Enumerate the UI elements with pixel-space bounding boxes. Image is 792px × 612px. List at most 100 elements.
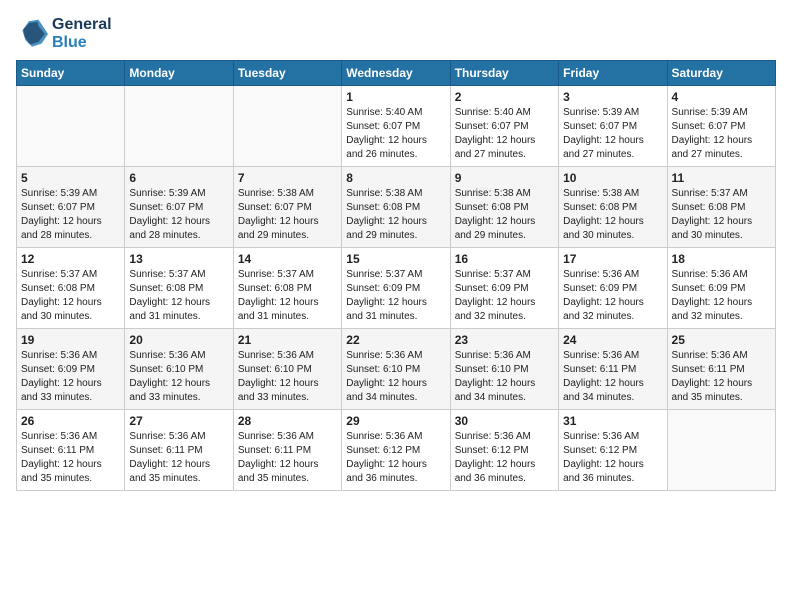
day-number: 24 xyxy=(563,333,662,347)
day-number: 9 xyxy=(455,171,554,185)
day-number: 3 xyxy=(563,90,662,104)
calendar-cell: 13 Sunrise: 5:37 AMSunset: 6:08 PMDayligh… xyxy=(125,248,233,329)
day-number: 22 xyxy=(346,333,445,347)
day-info: Sunrise: 5:36 AMSunset: 6:09 PMDaylight:… xyxy=(672,268,771,324)
day-number: 16 xyxy=(455,252,554,266)
day-info: Sunrise: 5:37 AMSunset: 6:08 PMDaylight:… xyxy=(672,187,771,243)
calendar-week-row: 26 Sunrise: 5:36 AMSunset: 6:11 PMDayligh… xyxy=(17,410,776,491)
day-info: Sunrise: 5:36 AMSunset: 6:12 PMDaylight:… xyxy=(563,430,662,486)
day-number: 13 xyxy=(129,252,228,266)
calendar-cell xyxy=(667,410,775,491)
day-number: 4 xyxy=(672,90,771,104)
day-info: Sunrise: 5:39 AMSunset: 6:07 PMDaylight:… xyxy=(129,187,228,243)
day-info: Sunrise: 5:36 AMSunset: 6:09 PMDaylight:… xyxy=(21,349,120,405)
calendar-week-row: 1 Sunrise: 5:40 AMSunset: 6:07 PMDaylight… xyxy=(17,86,776,167)
calendar-cell: 3 Sunrise: 5:39 AMSunset: 6:07 PMDaylight… xyxy=(559,86,667,167)
day-info: Sunrise: 5:38 AMSunset: 6:08 PMDaylight:… xyxy=(346,187,445,243)
calendar-cell: 21 Sunrise: 5:36 AMSunset: 6:10 PMDayligh… xyxy=(233,329,341,410)
day-info: Sunrise: 5:38 AMSunset: 6:07 PMDaylight:… xyxy=(238,187,337,243)
calendar-cell: 8 Sunrise: 5:38 AMSunset: 6:08 PMDaylight… xyxy=(342,167,450,248)
day-info: Sunrise: 5:36 AMSunset: 6:11 PMDaylight:… xyxy=(129,430,228,486)
day-info: Sunrise: 5:37 AMSunset: 6:08 PMDaylight:… xyxy=(21,268,120,324)
day-info: Sunrise: 5:37 AMSunset: 6:08 PMDaylight:… xyxy=(238,268,337,324)
calendar-cell: 31 Sunrise: 5:36 AMSunset: 6:12 PMDayligh… xyxy=(559,410,667,491)
header-saturday: Saturday xyxy=(667,61,775,86)
day-info: Sunrise: 5:40 AMSunset: 6:07 PMDaylight:… xyxy=(455,106,554,162)
day-number: 21 xyxy=(238,333,337,347)
calendar-cell: 5Sunrise: 5:39 AMSunset: 6:07 PMDaylight… xyxy=(17,167,125,248)
header-friday: Friday xyxy=(559,61,667,86)
calendar-cell: 14 Sunrise: 5:37 AMSunset: 6:08 PMDayligh… xyxy=(233,248,341,329)
day-info: Sunrise: 5:36 AMSunset: 6:11 PMDaylight:… xyxy=(672,349,771,405)
calendar-cell: 16 Sunrise: 5:37 AMSunset: 6:09 PMDayligh… xyxy=(450,248,558,329)
day-number: 10 xyxy=(563,171,662,185)
day-number: 11 xyxy=(672,171,771,185)
day-info: Sunrise: 5:36 AMSunset: 6:10 PMDaylight:… xyxy=(129,349,228,405)
calendar-week-row: 12 Sunrise: 5:37 AMSunset: 6:08 PMDayligh… xyxy=(17,248,776,329)
day-info: Sunrise: 5:36 AMSunset: 6:09 PMDaylight:… xyxy=(563,268,662,324)
calendar-cell: 20Sunrise: 5:36 AMSunset: 6:10 PMDayligh… xyxy=(125,329,233,410)
day-info: Sunrise: 5:37 AMSunset: 6:09 PMDaylight:… xyxy=(455,268,554,324)
calendar-cell: 12 Sunrise: 5:37 AMSunset: 6:08 PMDayligh… xyxy=(17,248,125,329)
day-number: 25 xyxy=(672,333,771,347)
day-number: 17 xyxy=(563,252,662,266)
header-wednesday: Wednesday xyxy=(342,61,450,86)
calendar-cell: 4 Sunrise: 5:39 AMSunset: 6:07 PMDaylight… xyxy=(667,86,775,167)
calendar-cell xyxy=(17,86,125,167)
day-number: 26 xyxy=(21,414,120,428)
day-info: Sunrise: 5:36 AMSunset: 6:10 PMDaylight:… xyxy=(455,349,554,405)
day-info: Sunrise: 5:36 AMSunset: 6:10 PMDaylight:… xyxy=(346,349,445,405)
logo-text: General Blue xyxy=(52,16,112,52)
day-number: 7 xyxy=(238,171,337,185)
day-info: Sunrise: 5:37 AMSunset: 6:08 PMDaylight:… xyxy=(129,268,228,324)
day-number: 15 xyxy=(346,252,445,266)
calendar-cell: 10 Sunrise: 5:38 AMSunset: 6:08 PMDayligh… xyxy=(559,167,667,248)
calendar-header-row: SundayMondayTuesdayWednesdayThursdayFrid… xyxy=(17,61,776,86)
calendar-cell: 18 Sunrise: 5:36 AMSunset: 6:09 PMDayligh… xyxy=(667,248,775,329)
day-info: Sunrise: 5:38 AMSunset: 6:08 PMDaylight:… xyxy=(455,187,554,243)
day-info: Sunrise: 5:36 AMSunset: 6:11 PMDaylight:… xyxy=(563,349,662,405)
calendar-cell: 30Sunrise: 5:36 AMSunset: 6:12 PMDayligh… xyxy=(450,410,558,491)
day-number: 12 xyxy=(21,252,120,266)
day-info: Sunrise: 5:36 AMSunset: 6:11 PMDaylight:… xyxy=(21,430,120,486)
day-number: 31 xyxy=(563,414,662,428)
day-info: Sunrise: 5:39 AMSunset: 6:07 PMDaylight:… xyxy=(672,106,771,162)
calendar-cell: 15 Sunrise: 5:37 AMSunset: 6:09 PMDayligh… xyxy=(342,248,450,329)
day-info: Sunrise: 5:39 AMSunset: 6:07 PMDaylight:… xyxy=(21,187,120,243)
calendar-cell: 27 Sunrise: 5:36 AMSunset: 6:11 PMDayligh… xyxy=(125,410,233,491)
day-number: 6 xyxy=(129,171,228,185)
day-info: Sunrise: 5:36 AMSunset: 6:10 PMDaylight:… xyxy=(238,349,337,405)
day-number: 18 xyxy=(672,252,771,266)
calendar-cell: 29Sunrise: 5:36 AMSunset: 6:12 PMDayligh… xyxy=(342,410,450,491)
day-number: 1 xyxy=(346,90,445,104)
calendar-cell: 9 Sunrise: 5:38 AMSunset: 6:08 PMDaylight… xyxy=(450,167,558,248)
day-info: Sunrise: 5:39 AMSunset: 6:07 PMDaylight:… xyxy=(563,106,662,162)
header-monday: Monday xyxy=(125,61,233,86)
day-number: 8 xyxy=(346,171,445,185)
header-thursday: Thursday xyxy=(450,61,558,86)
day-info: Sunrise: 5:36 AMSunset: 6:12 PMDaylight:… xyxy=(346,430,445,486)
calendar-cell: 22 Sunrise: 5:36 AMSunset: 6:10 PMDayligh… xyxy=(342,329,450,410)
calendar-cell: 2Sunrise: 5:40 AMSunset: 6:07 PMDaylight… xyxy=(450,86,558,167)
calendar-cell: 24 Sunrise: 5:36 AMSunset: 6:11 PMDayligh… xyxy=(559,329,667,410)
day-number: 19 xyxy=(21,333,120,347)
calendar-cell: 7 Sunrise: 5:38 AMSunset: 6:07 PMDaylight… xyxy=(233,167,341,248)
day-info: Sunrise: 5:37 AMSunset: 6:09 PMDaylight:… xyxy=(346,268,445,324)
calendar-cell xyxy=(125,86,233,167)
calendar-cell: 25 Sunrise: 5:36 AMSunset: 6:11 PMDayligh… xyxy=(667,329,775,410)
day-info: Sunrise: 5:40 AMSunset: 6:07 PMDaylight:… xyxy=(346,106,445,162)
day-number: 14 xyxy=(238,252,337,266)
calendar-cell: 6 Sunrise: 5:39 AMSunset: 6:07 PMDaylight… xyxy=(125,167,233,248)
day-info: Sunrise: 5:38 AMSunset: 6:08 PMDaylight:… xyxy=(563,187,662,243)
calendar-cell: 28Sunrise: 5:36 AMSunset: 6:11 PMDayligh… xyxy=(233,410,341,491)
day-number: 28 xyxy=(238,414,337,428)
header-sunday: Sunday xyxy=(17,61,125,86)
calendar-cell: 23Sunrise: 5:36 AMSunset: 6:10 PMDayligh… xyxy=(450,329,558,410)
day-number: 27 xyxy=(129,414,228,428)
calendar-table: SundayMondayTuesdayWednesdayThursdayFrid… xyxy=(16,60,776,491)
calendar-week-row: 5Sunrise: 5:39 AMSunset: 6:07 PMDaylight… xyxy=(17,167,776,248)
day-number: 30 xyxy=(455,414,554,428)
calendar-cell: 19 Sunrise: 5:36 AMSunset: 6:09 PMDayligh… xyxy=(17,329,125,410)
calendar-cell: 17 Sunrise: 5:36 AMSunset: 6:09 PMDayligh… xyxy=(559,248,667,329)
calendar-week-row: 19 Sunrise: 5:36 AMSunset: 6:09 PMDayligh… xyxy=(17,329,776,410)
